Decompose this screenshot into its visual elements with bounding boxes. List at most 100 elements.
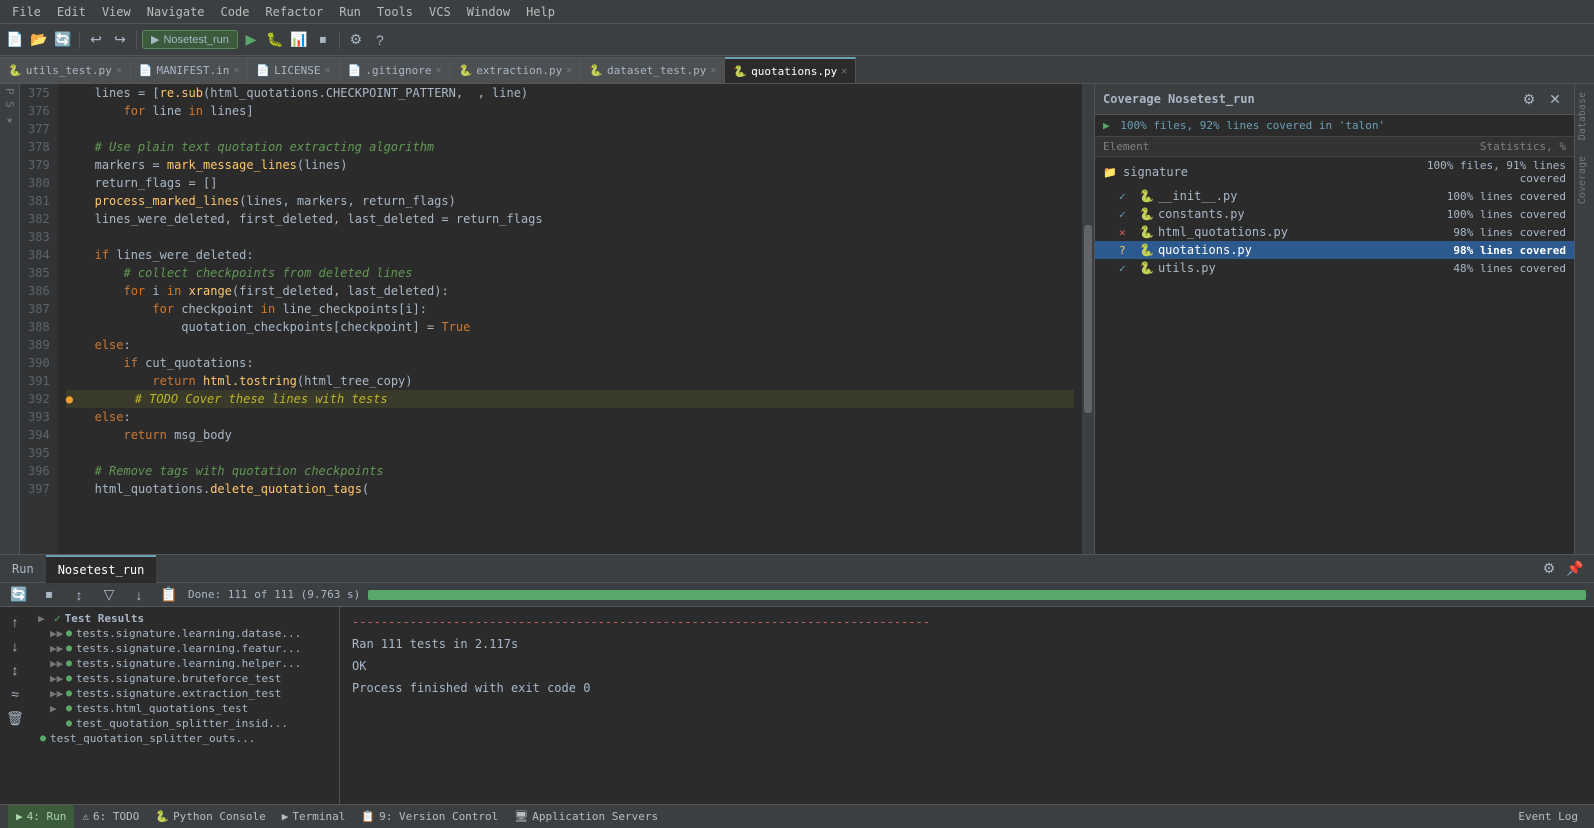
statusbar-app-servers[interactable]: 🖥 Application Servers — [506, 805, 666, 828]
menu-code[interactable]: Code — [213, 3, 258, 21]
stop-btn[interactable]: ⏹ — [312, 29, 334, 51]
redo-btn[interactable]: ↪ — [109, 29, 131, 51]
tree-item-3[interactable]: ▶ ● tests.signature.bruteforce_test — [30, 671, 335, 686]
favorites-icon[interactable]: ★ — [3, 113, 16, 126]
tree-item-6[interactable]: ● test_quotation_splitter_insid... — [30, 716, 335, 731]
menu-tools[interactable]: Tools — [369, 3, 421, 21]
editor-scrollbar[interactable] — [1082, 84, 1094, 554]
menu-edit[interactable]: Edit — [49, 3, 94, 21]
statusbar-version-control[interactable]: 📋 9: Version Control — [353, 805, 506, 828]
tab-quotations[interactable]: 🐍 quotations.py ✕ — [725, 57, 856, 83]
tree-item-2[interactable]: ▶ ● tests.signature.learning.helper... — [30, 656, 335, 671]
menu-vcs[interactable]: VCS — [421, 3, 459, 21]
check-icon-1: ● — [66, 643, 72, 654]
coverage-settings-btn[interactable]: ⚙ — [1518, 88, 1540, 110]
tree-expand-2[interactable]: ▶ — [50, 657, 62, 670]
coverage-row-init[interactable]: ✓ 🐍 __init__.py 100% lines covered — [1095, 187, 1574, 205]
coverage-row-html-quotations[interactable]: ✕ 🐍 html_quotations.py 98% lines covered — [1095, 223, 1574, 241]
tree-expand-5[interactable] — [50, 702, 62, 715]
tree-item-1[interactable]: ▶ ● tests.signature.learning.featur... — [30, 641, 335, 656]
output-console[interactable]: ----------------------------------------… — [340, 607, 1594, 804]
code-line-390: if cut_quotations: — [66, 354, 1074, 372]
tab-manifest[interactable]: 📄 MANIFEST.in ✕ — [131, 57, 249, 83]
jump-btn[interactable]: ↕ — [4, 659, 26, 681]
menu-help[interactable]: Help — [518, 3, 563, 21]
tree-item-4[interactable]: ▶ ● tests.signature.extraction_test — [30, 686, 335, 701]
stop-tests-btn[interactable]: ⏹ — [38, 584, 60, 606]
refresh-btn[interactable]: 🔄 — [52, 29, 74, 51]
tree-item-5[interactable]: ● tests.html_quotations_test — [30, 701, 335, 716]
tab-extraction[interactable]: 🐍 extraction.py ✕ — [450, 57, 581, 83]
tree-item-0[interactable]: ▶ ● tests.signature.learning.datase... — [30, 626, 335, 641]
bottom-pin-btn[interactable]: 📌 — [1564, 558, 1586, 580]
tree-expand-4[interactable]: ▶ — [50, 687, 62, 700]
coverage-close-btn[interactable]: ✕ — [1544, 88, 1566, 110]
bottom-settings-btn[interactable]: ⚙ — [1538, 558, 1560, 580]
filter-btn[interactable]: ▽ — [98, 584, 120, 606]
tree-expand-0[interactable]: ▶ — [50, 627, 62, 640]
expand-btn[interactable]: ↓ — [128, 584, 150, 606]
menu-run[interactable]: Run — [331, 3, 369, 21]
undo-btn[interactable]: ↩ — [85, 29, 107, 51]
run-btn[interactable]: ▶ — [240, 29, 262, 51]
scroll-up-btn[interactable]: ↑ — [4, 611, 26, 633]
statusbar-python-console[interactable]: 🐍 Python Console — [147, 805, 273, 828]
menu-view[interactable]: View — [94, 3, 139, 21]
tab-close-utils-test[interactable]: ✕ — [116, 65, 122, 76]
tab-close-dataset-test[interactable]: ✕ — [710, 65, 716, 76]
database-icon[interactable]: Database — [1575, 84, 1594, 148]
tab-close-extraction[interactable]: ✕ — [566, 65, 572, 76]
tab-close-manifest[interactable]: ✕ — [233, 65, 239, 76]
menu-window[interactable]: Window — [459, 3, 518, 21]
scroll-down-btn[interactable]: ↓ — [4, 635, 26, 657]
diff-btn[interactable]: ≈ — [4, 683, 26, 705]
cov-pct-init: 100% lines covered — [1386, 190, 1566, 203]
tab-run[interactable]: Run — [0, 555, 46, 583]
structure-icon[interactable]: S — [3, 101, 16, 108]
settings-btn[interactable]: ⚙ — [345, 29, 367, 51]
statusbar-todo[interactable]: ⚠ 6: TODO — [74, 805, 147, 828]
coverage-stats-text: 100% files, 92% lines covered in 'talon' — [1120, 119, 1385, 132]
statusbar-terminal[interactable]: ▶ Terminal — [274, 805, 354, 828]
coverage-btn[interactable]: 📊 — [288, 29, 310, 51]
tree-expand-3[interactable]: ▶ — [50, 672, 62, 685]
tree-root[interactable]: ✓ Test Results — [30, 611, 335, 626]
tab-dataset-test[interactable]: 🐍 dataset_test.py ✕ — [581, 57, 725, 83]
new-file-btn[interactable]: 📄 — [4, 29, 26, 51]
tab-utils-test[interactable]: 🐍 utils_test.py ✕ — [0, 57, 131, 83]
help-btn[interactable]: ? — [369, 29, 391, 51]
tab-close-license[interactable]: ✕ — [324, 65, 330, 76]
code-content[interactable]: lines = [re.sub(html_quotations.CHECKPOI… — [58, 84, 1082, 554]
code-editor[interactable]: 375 376 377 378 379 380 381 382 383 384 … — [20, 84, 1094, 554]
coverage-row-constants[interactable]: ✓ 🐍 constants.py 100% lines covered — [1095, 205, 1574, 223]
rerun-btn[interactable]: 🔄 — [8, 584, 30, 606]
open-btn[interactable]: 📂 — [28, 29, 50, 51]
coverage-row-quotations[interactable]: ? 🐍 quotations.py 98% lines covered — [1095, 241, 1574, 259]
clear-btn[interactable]: 🗑 — [4, 707, 26, 729]
menu-navigate[interactable]: Navigate — [139, 3, 213, 21]
check-icon-4: ● — [66, 688, 72, 699]
tree-expand-root[interactable] — [38, 612, 50, 625]
test-tree[interactable]: ↑ ↓ ↕ ≈ 🗑 ✓ Test Results ▶ ● tests.signa… — [0, 607, 340, 804]
tree-expand-1[interactable]: ▶ — [50, 642, 62, 655]
tree-item-7[interactable]: ● test_quotation_splitter_outs... — [4, 731, 335, 746]
statusbar-event-log[interactable]: Event Log — [1510, 805, 1586, 828]
coverage-row-utils[interactable]: ✓ 🐍 utils.py 48% lines covered — [1095, 259, 1574, 277]
debug-btn[interactable]: 🐛 — [264, 29, 286, 51]
tab-license[interactable]: 📄 LICENSE ✕ — [248, 57, 339, 83]
coverage-row-signature[interactable]: 📁 signature 100% files, 91% lines covere… — [1095, 157, 1574, 187]
coverage-side-icon[interactable]: Coverage — [1575, 148, 1594, 212]
project-icon[interactable]: P — [3, 88, 16, 95]
tab-close-quotations[interactable]: ✕ — [841, 66, 847, 77]
run-config-btn[interactable]: ▶ Nosetest_run — [142, 30, 238, 49]
sort-btn[interactable]: ↕ — [68, 584, 90, 606]
code-line-384: if lines_were_deleted: — [66, 246, 1074, 264]
menu-file[interactable]: File — [4, 3, 49, 21]
tab-nosetest[interactable]: Nosetest_run — [46, 555, 157, 583]
statusbar-run[interactable]: ▶ 4: Run — [8, 805, 74, 828]
tab-close-gitignore[interactable]: ✕ — [435, 65, 441, 76]
py-icon-quotations: 🐍 — [1139, 243, 1154, 257]
export-btn[interactable]: 📋 — [158, 584, 180, 606]
tab-gitignore[interactable]: 📄 .gitignore ✕ — [340, 57, 451, 83]
menu-refactor[interactable]: Refactor — [257, 3, 331, 21]
